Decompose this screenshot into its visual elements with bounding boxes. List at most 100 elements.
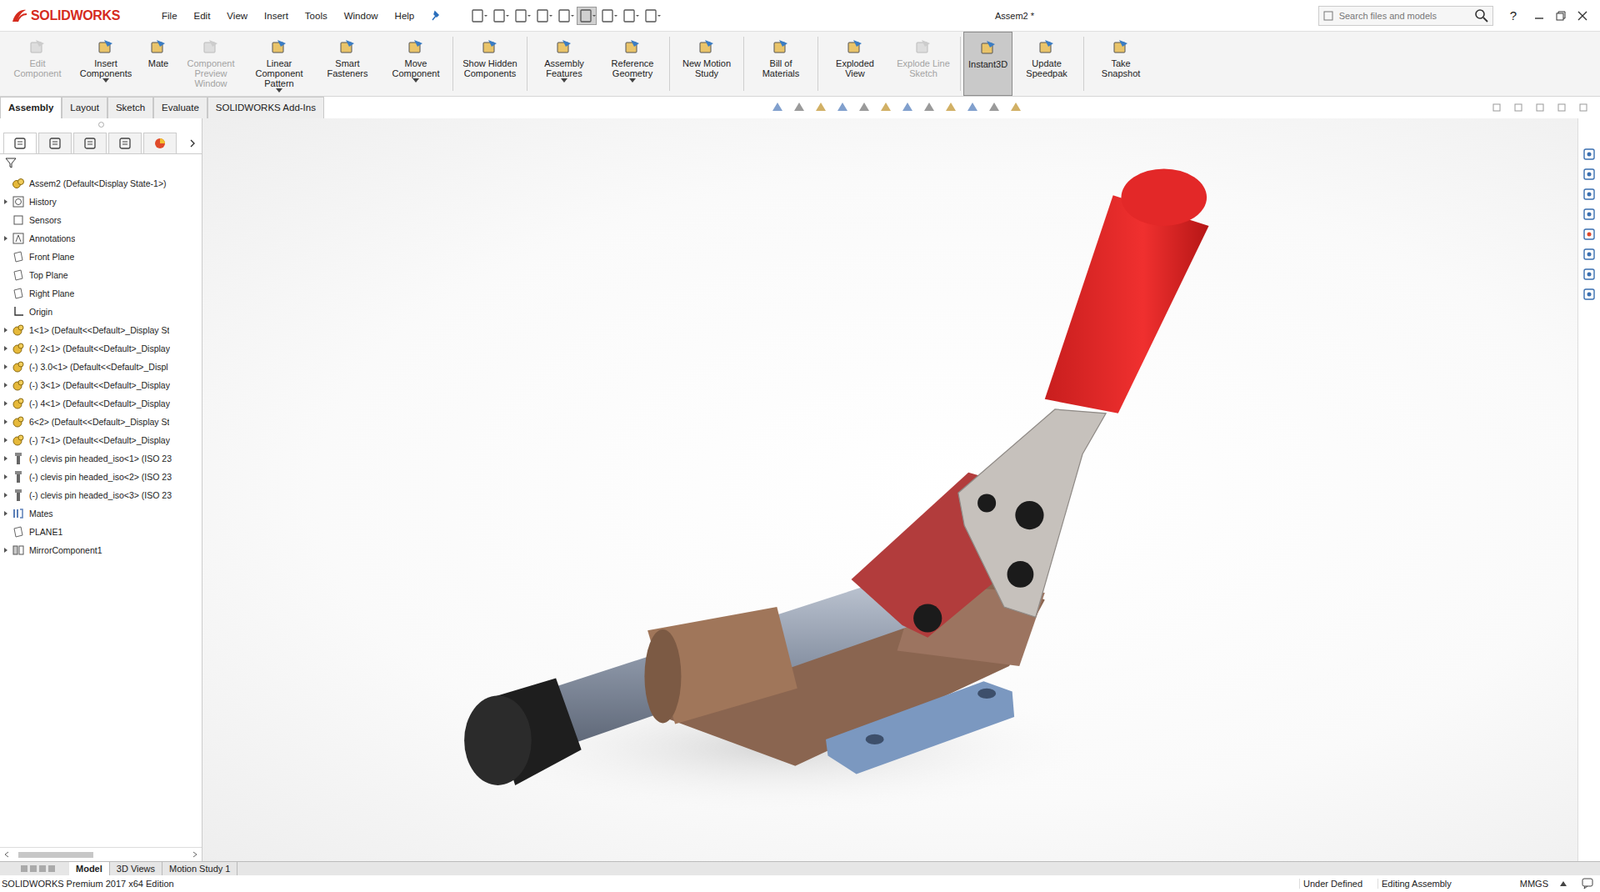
expand-arrow-icon[interactable] (2, 491, 10, 499)
menu-item[interactable]: Edit (194, 9, 211, 23)
tree-item[interactable]: Mates (0, 504, 202, 523)
search-box[interactable]: Search files and models (1318, 5, 1494, 26)
tree-item[interactable]: (-) clevis pin headed_iso<2> (ISO 23 (0, 467, 202, 486)
ribbon-button[interactable]: Mate (140, 31, 177, 96)
toolbar-icon[interactable] (577, 7, 596, 25)
tree-item[interactable]: Right Plane (0, 284, 202, 303)
menu-item[interactable]: Tools (305, 9, 328, 23)
tree-item[interactable]: (-) clevis pin headed_iso<3> (ISO 23 (0, 485, 202, 505)
command-tab[interactable]: Layout (61, 96, 108, 119)
tree-filter[interactable] (0, 154, 202, 175)
minimize-icon[interactable] (1533, 10, 1545, 22)
ribbon-button[interactable]: Update Speedpak (1012, 31, 1081, 96)
tree-expander[interactable] (0, 418, 12, 425)
task-pane-icon[interactable] (1581, 226, 1597, 242)
task-pane-icon[interactable] (1581, 206, 1597, 222)
tab-nav-icon[interactable] (20, 864, 29, 873)
view-tool-icon[interactable] (986, 100, 1002, 115)
expand-arrow-icon[interactable] (2, 418, 10, 425)
command-tab[interactable]: SOLIDWORKS Add-Ins (207, 96, 325, 119)
toolbar-icon[interactable] (469, 7, 488, 25)
tree-expander[interactable] (0, 235, 12, 242)
expand-arrow-icon[interactable] (2, 345, 10, 352)
doc-control-icon[interactable] (1491, 102, 1502, 113)
doc-control-icon[interactable] (1556, 102, 1567, 113)
tree-item[interactable]: History (0, 192, 202, 211)
toolbar-icon[interactable] (534, 7, 553, 25)
view-tool-icon[interactable] (856, 100, 872, 115)
notification-icon[interactable] (1581, 877, 1595, 890)
tree-item[interactable]: (-) 7<1> (Default<<Default>_Display (0, 430, 202, 450)
expand-arrow-icon[interactable] (2, 546, 10, 554)
menu-item[interactable]: View (226, 9, 248, 23)
command-tab[interactable]: Evaluate (153, 96, 208, 119)
tree-item[interactable]: (-) 3<1> (Default<<Default>_Display (0, 375, 202, 395)
expand-arrow-icon[interactable] (2, 363, 10, 370)
tree-item[interactable]: Top Plane (0, 265, 202, 285)
tree-item[interactable]: (-) 3.0<1> (Default<<Default>_Displ (0, 357, 202, 376)
ribbon-button[interactable]: Insert Components (71, 31, 140, 96)
tree-item[interactable]: (-) 2<1> (Default<<Default>_Display (0, 339, 202, 358)
pin-icon[interactable] (430, 10, 443, 22)
tree-item[interactable]: MirrorComponent1 (0, 540, 202, 560)
tree-expander[interactable] (0, 326, 12, 334)
expand-arrow-icon[interactable] (2, 473, 10, 480)
view-tool-icon[interactable] (835, 100, 850, 115)
menu-item[interactable]: Window (344, 9, 379, 23)
task-pane-icon[interactable] (1581, 286, 1597, 302)
view-tool-icon[interactable] (965, 100, 980, 115)
view-tool-icon[interactable] (813, 100, 829, 115)
dropdown-caret-icon[interactable] (412, 78, 420, 83)
ribbon-button[interactable]: Linear Component Pattern (245, 31, 314, 96)
expand-arrow-icon[interactable] (2, 510, 10, 517)
view-tool-icon[interactable] (878, 100, 894, 115)
command-tab[interactable]: Sketch (107, 96, 154, 119)
tree-expander[interactable] (0, 491, 12, 499)
ribbon-button[interactable]: New Motion Study (672, 31, 741, 96)
manager-tab[interactable] (38, 132, 72, 154)
tree-item[interactable]: 1<1> (Default<<Default>_Display St (0, 320, 202, 340)
tree-expander[interactable] (0, 455, 12, 462)
dropdown-caret-icon[interactable] (560, 78, 568, 83)
doc-control-icon[interactable] (1535, 102, 1545, 113)
tree-item[interactable]: Front Plane (0, 247, 202, 266)
scroll-thumb[interactable] (18, 851, 94, 858)
manager-tab[interactable] (73, 132, 107, 154)
restore-icon[interactable] (1555, 10, 1567, 22)
ribbon-button[interactable]: Bill of Materials (746, 31, 815, 96)
manager-tab[interactable] (108, 132, 142, 154)
ribbon-button[interactable]: Assembly Features (530, 31, 599, 96)
ribbon-button[interactable]: Exploded View (820, 31, 890, 96)
task-pane-icon[interactable] (1581, 246, 1597, 262)
tree-item[interactable]: PLANE1 (0, 522, 202, 541)
ribbon-button[interactable]: Show Hidden Components (455, 31, 525, 96)
panel-scrollbar[interactable] (0, 846, 202, 861)
tree-expander[interactable] (0, 510, 12, 517)
task-pane-icon[interactable] (1581, 146, 1597, 162)
manager-tab[interactable] (143, 132, 177, 154)
tree-item[interactable]: Origin (0, 302, 202, 321)
task-pane-icon[interactable] (1581, 166, 1597, 182)
task-pane-icon[interactable] (1581, 186, 1597, 202)
tree-item[interactable]: Sensors (0, 210, 202, 230)
ribbon-button[interactable]: Smart Fasteners (313, 31, 382, 96)
app-logo[interactable]: SOLIDWORKS (6, 7, 139, 25)
tab-nav-icon[interactable] (38, 864, 47, 873)
tree-item[interactable]: (-) 4<1> (Default<<Default>_Display (0, 394, 202, 413)
tree-item[interactable]: 6<2> (Default<<Default>_Display St (0, 412, 202, 431)
expand-arrow-icon[interactable] (2, 400, 10, 407)
ribbon-button[interactable]: Take Snapshot (1086, 31, 1155, 96)
tree-expander[interactable] (0, 363, 12, 370)
tree-item[interactable]: (-) clevis pin headed_iso<1> (ISO 23 (0, 449, 202, 468)
model-tab[interactable]: 3D Views (110, 861, 163, 875)
tab-nav-icon[interactable] (47, 864, 56, 873)
tree-item[interactable]: Annotations (0, 229, 202, 248)
model-tab[interactable]: Model (69, 861, 110, 875)
tree-root[interactable]: Assem2 (Default<Display State-1>) (0, 174, 202, 193)
view-tool-icon[interactable] (943, 100, 959, 115)
dropdown-caret-icon[interactable] (629, 78, 636, 83)
ribbon-button[interactable]: Edit Component (3, 31, 72, 96)
unit-system[interactable]: MMGS (1516, 878, 1570, 889)
push-pull-clamp-model[interactable] (202, 118, 1578, 861)
ribbon-button[interactable]: Explode Line Sketch (889, 31, 958, 96)
